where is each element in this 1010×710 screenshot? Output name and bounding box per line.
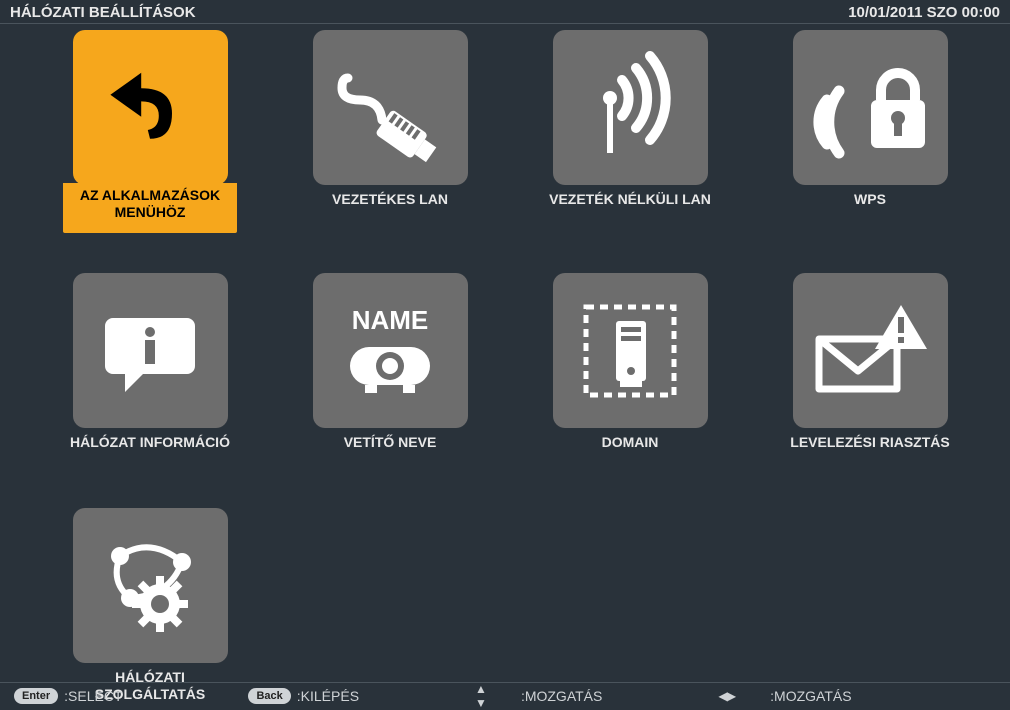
- projector-name-icon: NAME: [325, 291, 455, 411]
- ethernet-cable-icon: [330, 48, 450, 168]
- tile-wireless-lan[interactable]: VEZETÉK NÉLKÜLI LAN: [540, 30, 720, 233]
- tile-icon-box: [793, 30, 948, 185]
- tile-label: HÁLÓZAT INFORMÁCIÓ: [70, 434, 230, 468]
- tile-projector-name[interactable]: NAME VETÍTŐ NEVE: [300, 273, 480, 468]
- tile-icon-box: [553, 273, 708, 428]
- mail-alert-icon: [805, 291, 935, 411]
- tile-label: VEZETÉKES LAN: [332, 191, 448, 225]
- tile-icon-box: [553, 30, 708, 185]
- tile-icon-box: NAME: [313, 273, 468, 428]
- tile-label: DOMAIN: [602, 434, 659, 468]
- server-domain-icon: [570, 291, 690, 411]
- hint-back: Back :KILÉPÉS: [248, 688, 359, 704]
- tile-network-service[interactable]: HÁLÓZATI SZOLGÁLTATÁS: [60, 508, 240, 703]
- network-service-icon: [90, 526, 210, 646]
- tile-label-box: AZ ALKALMAZÁSOK MENÜHÖZ: [63, 183, 237, 233]
- tile-network-info[interactable]: HÁLÓZAT INFORMÁCIÓ: [60, 273, 240, 468]
- back-arrow-icon: [95, 53, 205, 163]
- leftright-arrows-icon: ◀ ▶: [718, 689, 734, 703]
- enter-pill: Enter: [14, 688, 58, 704]
- tile-icon-box: [73, 273, 228, 428]
- hint-bar: Enter :SELECT Back :KILÉPÉS ▲▼ :MOZGATÁS…: [0, 682, 1010, 708]
- hint-move-vertical: ▲▼ :MOZGATÁS: [475, 682, 602, 710]
- wireless-antenna-icon: [570, 48, 690, 168]
- clock: 10/01/2011 SZO 00:00: [848, 4, 1000, 21]
- tile-icon-box: [793, 273, 948, 428]
- page-title: HÁLÓZATI BEÁLLÍTÁSOK: [10, 4, 196, 21]
- tile-label: AZ ALKALMAZÁSOK MENÜHÖZ: [69, 187, 231, 221]
- tile-icon-box: [73, 30, 228, 185]
- updown-arrows-icon: ▲▼: [475, 682, 485, 710]
- tile-label: LEVELEZÉSI RIASZTÁS: [790, 434, 949, 468]
- tile-domain[interactable]: DOMAIN: [540, 273, 720, 468]
- wps-lock-icon: [805, 48, 935, 168]
- tile-label: VEZETÉK NÉLKÜLI LAN: [549, 191, 711, 225]
- hint-move-horizontal: ◀ ▶ :MOZGATÁS: [718, 688, 851, 704]
- back-label: :KILÉPÉS: [297, 688, 359, 704]
- tile-label: WPS: [854, 191, 886, 225]
- tile-mail-alert[interactable]: LEVELEZÉSI RIASZTÁS: [780, 273, 960, 468]
- title-bar: HÁLÓZATI BEÁLLÍTÁSOK 10/01/2011 SZO 00:0…: [0, 0, 1010, 24]
- back-pill: Back: [248, 688, 290, 704]
- enter-label: :SELECT: [64, 688, 122, 704]
- tile-back-to-apps[interactable]: AZ ALKALMAZÁSOK MENÜHÖZ: [60, 30, 240, 233]
- hint-enter: Enter :SELECT: [14, 688, 122, 704]
- move-v-label: :MOZGATÁS: [521, 688, 602, 704]
- tile-wired-lan[interactable]: VEZETÉKES LAN: [300, 30, 480, 233]
- settings-grid: AZ ALKALMAZÁSOK MENÜHÖZ VEZETÉKES LAN: [60, 30, 960, 703]
- info-bubble-icon: [95, 296, 205, 406]
- tile-icon-box: [73, 508, 228, 663]
- tile-label: VETÍTŐ NEVE: [344, 434, 437, 468]
- name-badge-text: NAME: [352, 305, 429, 335]
- move-h-label: :MOZGATÁS: [770, 688, 851, 704]
- tile-wps[interactable]: WPS: [780, 30, 960, 233]
- tile-icon-box: [313, 30, 468, 185]
